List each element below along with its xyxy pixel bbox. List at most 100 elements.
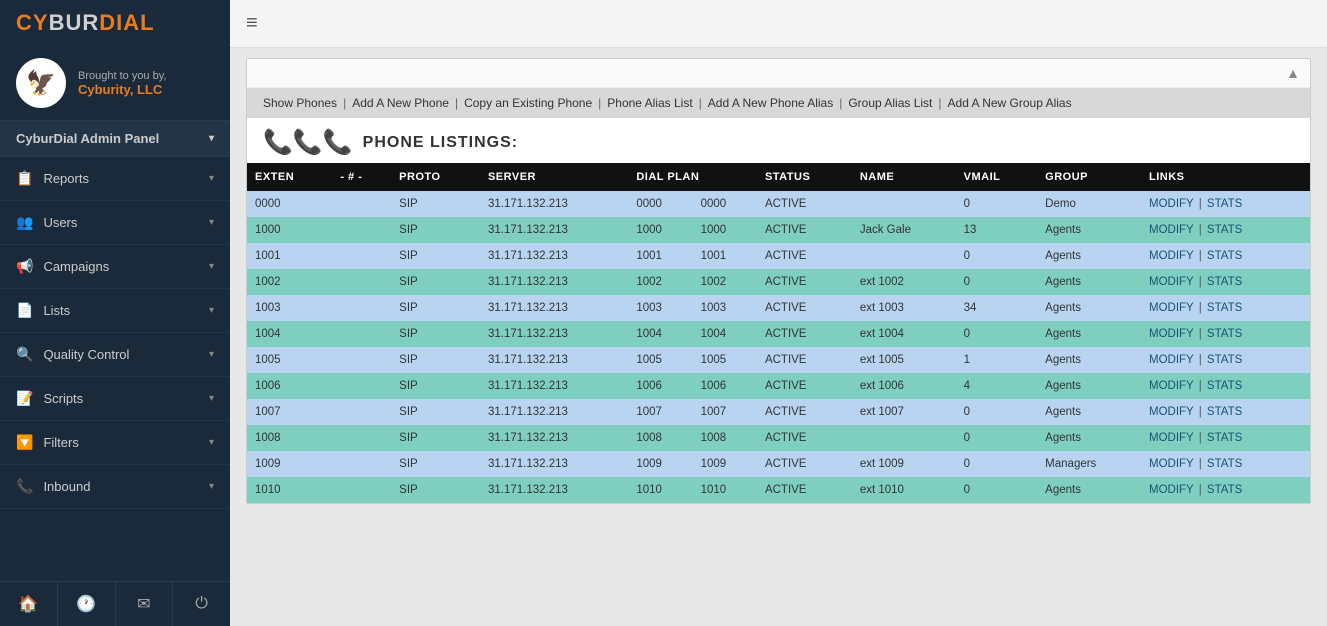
cell-status: ACTIVE	[757, 243, 852, 269]
mail-button[interactable]: ✉	[116, 582, 174, 626]
stats-link[interactable]: STATS	[1207, 458, 1242, 470]
stats-link[interactable]: STATS	[1207, 276, 1242, 288]
modify-link[interactable]: MODIFY	[1149, 198, 1194, 210]
stats-link[interactable]: STATS	[1207, 484, 1242, 496]
cell-vmail: 1	[956, 347, 1038, 373]
modify-link[interactable]: MODIFY	[1149, 276, 1194, 288]
cell-vmail: 13	[956, 217, 1038, 243]
cell-proto: SIP	[391, 191, 480, 217]
sidebar-item-users[interactable]: 👥 Users ▾	[0, 201, 230, 245]
company-name: Cyburity, LLC	[78, 82, 166, 97]
table-row: 1007 SIP 31.171.132.213 1007 1007 ACTIVE…	[247, 399, 1310, 425]
modify-link[interactable]: MODIFY	[1149, 484, 1194, 496]
cell-vmail: 0	[956, 399, 1038, 425]
cell-name: Jack Gale	[852, 217, 956, 243]
cell-server: 31.171.132.213	[480, 269, 628, 295]
modify-link[interactable]: MODIFY	[1149, 458, 1194, 470]
col-name: NAME	[852, 163, 956, 191]
nav-copy-phone[interactable]: Copy an Existing Phone	[464, 96, 592, 110]
phone-nav-bar: Show Phones | Add A New Phone | Copy an …	[247, 88, 1310, 118]
nav-add-phone-alias[interactable]: Add A New Phone Alias	[708, 96, 833, 110]
cell-proto: SIP	[391, 425, 480, 451]
modify-link[interactable]: MODIFY	[1149, 432, 1194, 444]
cell-links: MODIFY | STATS	[1141, 477, 1310, 503]
power-button[interactable]: ⏻	[173, 582, 230, 626]
col-num: - # -	[332, 163, 391, 191]
cell-proto: SIP	[391, 347, 480, 373]
cell-exten: 1010	[247, 477, 332, 503]
sidebar-item-filters[interactable]: 🔽 Filters ▾	[0, 421, 230, 465]
chevron-icon: ▾	[209, 305, 214, 316]
stats-link[interactable]: STATS	[1207, 432, 1242, 444]
main-content: ≡ ▲ Show Phones | Add A New Phone | Copy…	[230, 0, 1327, 626]
chevron-icon: ▾	[209, 393, 214, 404]
nav-add-group-alias[interactable]: Add A New Group Alias	[948, 96, 1072, 110]
cell-status: ACTIVE	[757, 321, 852, 347]
chevron-icon: ▾	[209, 217, 214, 228]
stats-link[interactable]: STATS	[1207, 224, 1242, 236]
topbar: ≡	[230, 0, 1327, 48]
cell-links: MODIFY | STATS	[1141, 451, 1310, 477]
home-button[interactable]: 🏠	[0, 582, 58, 626]
modify-link[interactable]: MODIFY	[1149, 328, 1194, 340]
clock-button[interactable]: 🕐	[58, 582, 116, 626]
sidebar-item-quality-control[interactable]: 🔍 Quality Control ▾	[0, 333, 230, 377]
sidebar-item-campaigns[interactable]: 📢 Campaigns ▾	[0, 245, 230, 289]
stats-link[interactable]: STATS	[1207, 250, 1242, 262]
col-server: SERVER	[480, 163, 628, 191]
cell-links: MODIFY | STATS	[1141, 243, 1310, 269]
phone-table: EXTEN - # - PROTO SERVER DIAL PLAN STATU…	[247, 163, 1310, 503]
cell-dial-plan-a: 1009	[628, 451, 692, 477]
chevron-down-icon: ▾	[209, 133, 214, 144]
table-row: 1010 SIP 31.171.132.213 1010 1010 ACTIVE…	[247, 477, 1310, 503]
stats-link[interactable]: STATS	[1207, 354, 1242, 366]
nav-show-phones[interactable]: Show Phones	[263, 96, 337, 110]
cell-dial-plan-a: 1001	[628, 243, 692, 269]
sidebar-item-label: Quality Control	[43, 347, 129, 362]
sidebar-item-label: Campaigns	[43, 259, 109, 274]
cell-links: MODIFY | STATS	[1141, 373, 1310, 399]
col-group: GROUP	[1037, 163, 1141, 191]
stats-link[interactable]: STATS	[1207, 302, 1242, 314]
cell-name: ext 1005	[852, 347, 956, 373]
modify-link[interactable]: MODIFY	[1149, 224, 1194, 236]
cell-dial-plan-a: 1010	[628, 477, 692, 503]
modify-link[interactable]: MODIFY	[1149, 406, 1194, 418]
stats-link[interactable]: STATS	[1207, 198, 1242, 210]
nav-group-alias-list[interactable]: Group Alias List	[848, 96, 932, 110]
sidebar: CYBURDIAL 🦅 Brought to you by, Cyburity,…	[0, 0, 230, 626]
cell-dial-plan-a: 1002	[628, 269, 692, 295]
cell-links: MODIFY | STATS	[1141, 217, 1310, 243]
nav-sep: |	[839, 96, 842, 110]
cell-group: Managers	[1037, 451, 1141, 477]
table-row: 1003 SIP 31.171.132.213 1003 1003 ACTIVE…	[247, 295, 1310, 321]
hamburger-menu-button[interactable]: ≡	[246, 12, 258, 35]
nav-add-phone[interactable]: Add A New Phone	[352, 96, 449, 110]
cell-exten: 1000	[247, 217, 332, 243]
modify-link[interactable]: MODIFY	[1149, 380, 1194, 392]
modify-link[interactable]: MODIFY	[1149, 250, 1194, 262]
content-area: ▲ Show Phones | Add A New Phone | Copy a…	[230, 48, 1327, 626]
modify-link[interactable]: MODIFY	[1149, 354, 1194, 366]
cell-server: 31.171.132.213	[480, 191, 628, 217]
users-icon: 👥	[16, 214, 33, 231]
nav-sep: |	[455, 96, 458, 110]
sidebar-item-reports[interactable]: 📋 Reports ▾	[0, 157, 230, 201]
stats-link[interactable]: STATS	[1207, 328, 1242, 340]
sidebar-item-inbound[interactable]: 📞 Inbound ▾	[0, 465, 230, 509]
sidebar-item-lists[interactable]: 📄 Lists ▾	[0, 289, 230, 333]
cell-dial-plan-a: 1000	[628, 217, 692, 243]
cell-server: 31.171.132.213	[480, 477, 628, 503]
stats-link[interactable]: STATS	[1207, 380, 1242, 392]
stats-link[interactable]: STATS	[1207, 406, 1242, 418]
cell-status: ACTIVE	[757, 425, 852, 451]
cell-vmail: 0	[956, 269, 1038, 295]
cell-status: ACTIVE	[757, 451, 852, 477]
collapse-button[interactable]: ▲	[1286, 65, 1300, 81]
cell-name	[852, 191, 956, 217]
sidebar-item-scripts[interactable]: 📝 Scripts ▾	[0, 377, 230, 421]
nav-phone-alias-list[interactable]: Phone Alias List	[607, 96, 692, 110]
cell-links: MODIFY | STATS	[1141, 399, 1310, 425]
admin-panel-header[interactable]: CyburDial Admin Panel ▾	[0, 121, 230, 157]
modify-link[interactable]: MODIFY	[1149, 302, 1194, 314]
